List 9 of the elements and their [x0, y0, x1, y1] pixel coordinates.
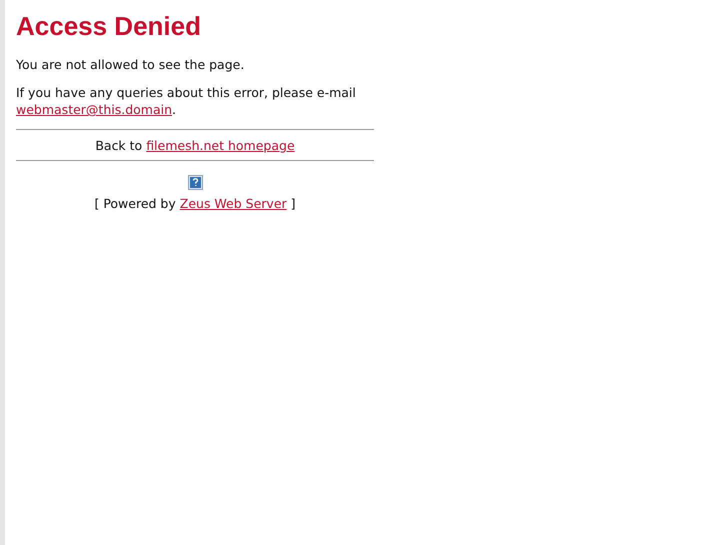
back-text: Back to filemesh.net homepage — [94, 137, 296, 155]
email-link[interactable]: webmaster@this.domain — [16, 102, 172, 117]
server-link[interactable]: Zeus Web Server — [180, 196, 287, 211]
broken-image-icon — [188, 175, 202, 190]
message-text: You are not allowed to see the page. — [16, 56, 246, 73]
homepage-link[interactable]: filemesh.net homepage — [146, 138, 295, 153]
contact-text: If you have any queries about this error, please e-mail webmaster@this.domain. — [16, 84, 357, 118]
powered-by-text: [ Powered by Zeus Web Server ] — [94, 195, 296, 212]
page-title: Access Denied — [16, 10, 202, 42]
